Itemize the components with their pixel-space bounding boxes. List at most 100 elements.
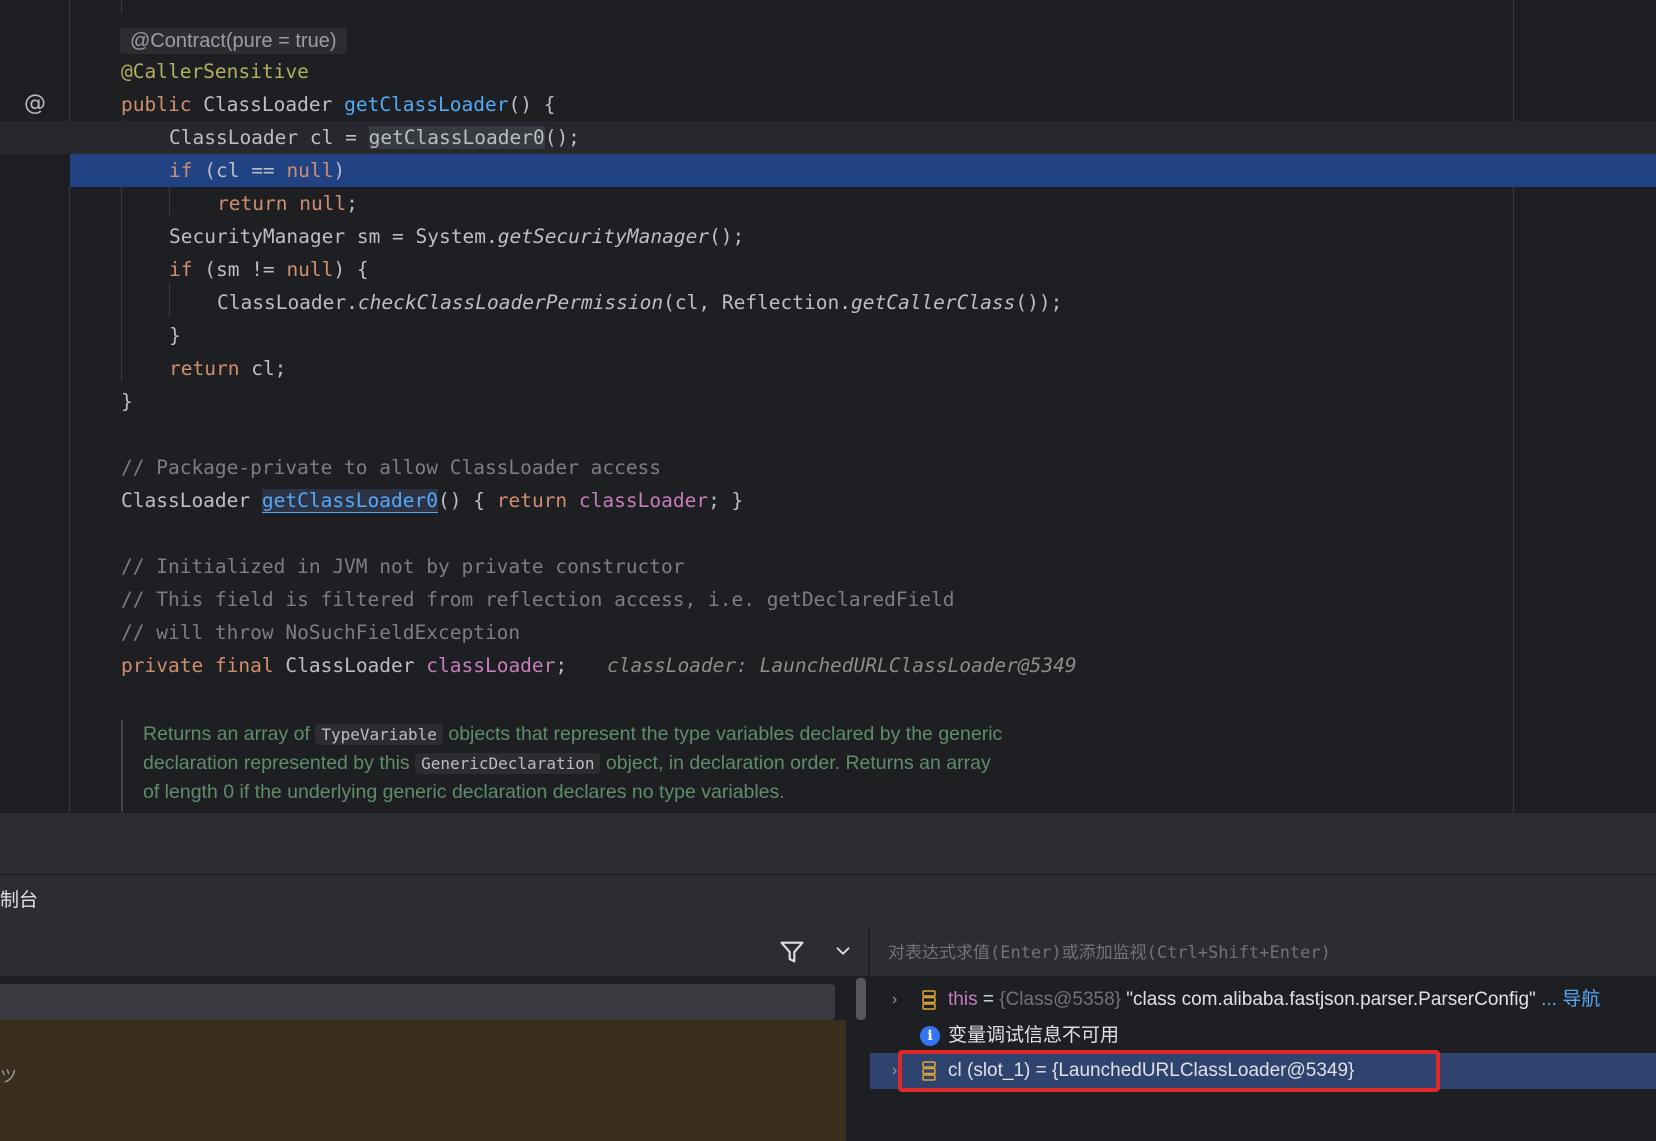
field-variable-icon bbox=[922, 990, 936, 1010]
token: } bbox=[121, 390, 133, 413]
token: ; } bbox=[708, 489, 744, 512]
doc-text: of length 0 if the underlying generic de… bbox=[143, 781, 785, 803]
token: ; bbox=[555, 654, 568, 677]
code-editor[interactable]: @Contract(pure = true) @CallerSensitive … bbox=[0, 0, 1656, 812]
doc-code-typevariable: TypeVariable bbox=[315, 724, 443, 745]
token: () { bbox=[438, 489, 485, 512]
type-classloader: ClassLoader bbox=[121, 489, 251, 512]
code-line-comment[interactable]: // Package-private to allow ClassLoader … bbox=[0, 451, 1656, 484]
thread-label: ツ bbox=[0, 1067, 17, 1086]
method-call-getclassloader0[interactable]: getClassLoader0 bbox=[368, 126, 545, 149]
keyword-if: if bbox=[169, 159, 193, 182]
method-call-checkpermission: checkClassLoaderPermission bbox=[357, 291, 664, 314]
frame-row-selected[interactable] bbox=[0, 984, 835, 1020]
method-name: getClassLoader bbox=[344, 93, 509, 116]
code-line-annotation[interactable]: @CallerSensitive bbox=[0, 55, 1656, 88]
filter-icon[interactable] bbox=[778, 938, 806, 966]
keyword-return: return bbox=[169, 357, 240, 380]
token: (); bbox=[544, 126, 580, 149]
doc-code-genericdeclaration: GenericDeclaration bbox=[415, 753, 601, 774]
keyword-return: return bbox=[217, 192, 288, 215]
contract-inlay-hint: @Contract(pure = true) bbox=[120, 28, 347, 54]
method-call-getcallerclass: getCallerClass bbox=[850, 291, 1016, 314]
variable-name: this bbox=[948, 989, 978, 1010]
gutter-exec-cell bbox=[0, 154, 70, 187]
execution-point-line[interactable]: if (cl == null) bbox=[70, 154, 1656, 187]
code-line-current[interactable]: ClassLoader cl = getClassLoader0(); bbox=[0, 121, 1656, 154]
code-line-comment[interactable]: // This field is filtered from reflectio… bbox=[0, 583, 1656, 616]
code-line-getclassloader0[interactable]: ClassLoader getClassLoader0() { return c… bbox=[0, 484, 1656, 517]
code-line-return-cl[interactable]: return cl; bbox=[0, 352, 1656, 385]
variables-pane: › this = {Class@5358} "class com.alibaba… bbox=[870, 928, 1656, 1141]
method-name-getclassloader0[interactable]: getClassLoader0 bbox=[261, 489, 438, 513]
token: (cl, Reflection. bbox=[663, 291, 851, 314]
debug-toolwindow-header bbox=[0, 874, 1656, 930]
chevron-down-icon[interactable] bbox=[832, 940, 854, 962]
code-line-method-close[interactable]: } bbox=[0, 385, 1656, 418]
code-line-return-null[interactable]: return null; bbox=[0, 187, 1656, 220]
frames-scrollbar[interactable] bbox=[856, 978, 866, 1020]
variable-row-info: i 变量调试信息不可用 bbox=[870, 1018, 1656, 1054]
annotation-caller-sensitive: @CallerSensitive bbox=[121, 60, 309, 83]
variable-row-this[interactable]: › this = {Class@5358} "class com.alibaba… bbox=[870, 982, 1656, 1018]
token: } bbox=[169, 324, 181, 347]
code-line-comment[interactable]: // will throw NoSuchFieldException bbox=[0, 616, 1656, 649]
annotation-highlight-box bbox=[898, 1050, 1440, 1092]
doc-text: Returns an array of bbox=[143, 723, 310, 745]
keyword-null: null bbox=[286, 258, 334, 281]
doc-text: declaration represented by this bbox=[143, 752, 410, 774]
code-line-security-manager[interactable]: SecurityManager sm = System.getSecurityM… bbox=[0, 220, 1656, 253]
comment-throw: // will throw NoSuchFieldException bbox=[121, 621, 521, 644]
token: ; bbox=[346, 192, 358, 215]
code-line-comment[interactable]: // Initialized in JVM not by private con… bbox=[0, 550, 1656, 583]
evaluate-expression-input[interactable] bbox=[886, 928, 1650, 978]
token: ()); bbox=[1015, 291, 1063, 314]
evaluate-bar bbox=[870, 928, 1656, 978]
token: (sm != bbox=[204, 258, 275, 281]
rendered-javadoc: Returns an array of TypeVariable objects… bbox=[121, 720, 1143, 812]
token: ClassLoader cl = bbox=[169, 126, 357, 149]
keyword-null: null bbox=[286, 159, 334, 182]
code-line-field-decl[interactable]: private final ClassLoader classLoader; c… bbox=[0, 649, 1656, 682]
doc-text: object, in declaration order. Returns an… bbox=[605, 752, 991, 774]
thread-list-area[interactable] bbox=[0, 1020, 846, 1141]
tab-console[interactable]: 制台 bbox=[0, 874, 38, 928]
code-line-method-signature[interactable]: public ClassLoader getClassLoader() { bbox=[0, 88, 1656, 121]
code-line-if-sm[interactable]: if (sm != null) { bbox=[0, 253, 1656, 286]
token: () { bbox=[508, 93, 556, 116]
keyword-public: public bbox=[121, 93, 192, 116]
token: ClassLoader. bbox=[217, 291, 358, 314]
comment-jvm: // Initialized in JVM not by private con… bbox=[121, 555, 685, 578]
keyword-null: null bbox=[299, 192, 347, 215]
field-classloader: classLoader bbox=[578, 489, 709, 512]
editor-status-band bbox=[0, 812, 1656, 875]
code-line-close-brace[interactable]: } bbox=[0, 319, 1656, 352]
navigate-link[interactable]: ... 导航 bbox=[1536, 989, 1600, 1010]
keyword-return: return bbox=[496, 489, 568, 512]
keyword-private-final: private final bbox=[121, 654, 274, 677]
info-message: 变量调试信息不可用 bbox=[948, 1025, 1120, 1046]
info-icon: i bbox=[920, 1026, 940, 1046]
expand-chevron-icon[interactable]: › bbox=[892, 1053, 897, 1089]
frames-toolbar bbox=[0, 928, 868, 977]
inline-value-hint: classLoader: LaunchedURLClassLoader@5349 bbox=[607, 654, 1077, 677]
type-classloader: ClassLoader bbox=[203, 93, 333, 116]
expand-chevron-icon[interactable]: › bbox=[892, 982, 897, 1018]
keyword-if: if bbox=[169, 258, 193, 281]
method-call-getsecuritymanager: getSecurityManager bbox=[497, 225, 710, 248]
comment-package-private: // Package-private to allow ClassLoader … bbox=[121, 456, 662, 479]
comment-filtered: // This field is filtered from reflectio… bbox=[121, 588, 955, 611]
token: ) bbox=[333, 159, 346, 182]
type-classloader: ClassLoader bbox=[285, 654, 415, 677]
code-line-check-permission[interactable]: ClassLoader.checkClassLoaderPermission(c… bbox=[0, 286, 1656, 319]
token: (); bbox=[709, 225, 745, 248]
token: ) { bbox=[333, 258, 369, 281]
token: (cl == bbox=[204, 159, 275, 182]
frames-pane: ツ bbox=[0, 928, 868, 1141]
token: = bbox=[977, 989, 1000, 1010]
token: SecurityManager sm = System. bbox=[169, 225, 498, 248]
indent-guide bbox=[121, 0, 122, 14]
variable-type: {Class@5358} bbox=[999, 989, 1121, 1010]
field-classloader: classLoader bbox=[426, 654, 556, 677]
doc-text: objects that represent the type variable… bbox=[448, 723, 1003, 745]
